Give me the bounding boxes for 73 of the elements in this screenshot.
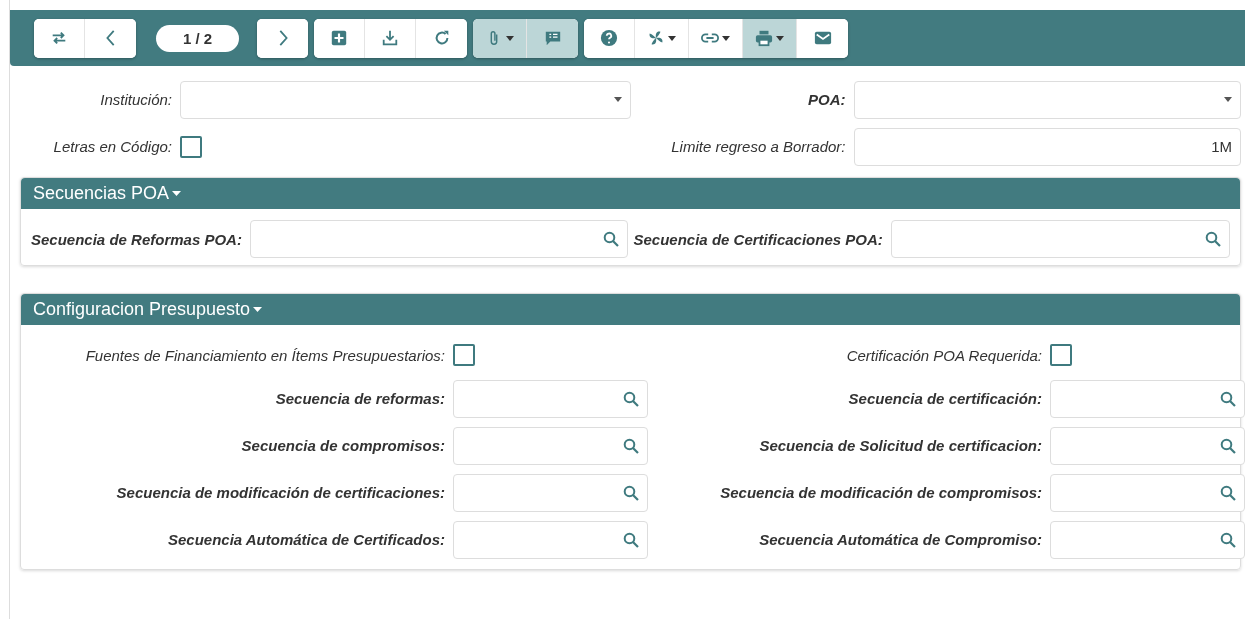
search-field[interactable]	[1050, 520, 1245, 559]
field-label: Secuencia Automática de Certificados:	[166, 531, 445, 548]
search-icon[interactable]	[1220, 437, 1236, 454]
checkbox[interactable]	[1050, 344, 1072, 366]
search-icon[interactable]	[1220, 484, 1236, 501]
caret-icon	[1224, 97, 1232, 102]
field-label: Secuencia de modificación de certificaciones:	[115, 484, 445, 501]
search-field[interactable]	[453, 379, 648, 418]
field-label: Letras en Código:	[52, 138, 172, 155]
toolbar-button[interactable]	[365, 18, 417, 58]
toolbar-button[interactable]	[34, 18, 85, 58]
caret-icon	[172, 191, 182, 196]
toolbar-button[interactable]	[743, 18, 798, 58]
page-indicator: 1 / 2	[156, 24, 240, 52]
search-icon[interactable]	[602, 231, 619, 247]
search-field[interactable]	[453, 473, 648, 512]
field-label: Secuencia de Certificaciones POA:	[633, 230, 883, 248]
help-icon	[600, 29, 619, 47]
field-label: Fuentes de Financiamiento en Ítems Presupuestarios:	[84, 346, 445, 364]
caret-icon	[722, 35, 731, 41]
toolbar-button[interactable]	[314, 18, 366, 58]
printer-icon	[755, 29, 774, 47]
comment-icon	[543, 29, 562, 47]
download-icon	[381, 29, 400, 47]
search-icon[interactable]	[623, 437, 639, 454]
search-icon[interactable]	[623, 531, 639, 548]
search-field[interactable]	[1050, 473, 1245, 512]
field-label: Secuencia de certificación:	[847, 390, 1042, 407]
field-label: Institución:	[99, 91, 172, 108]
envelope-icon	[813, 29, 832, 47]
swap-arrows-icon	[50, 29, 68, 47]
search-field[interactable]	[453, 520, 648, 559]
search-field[interactable]	[249, 220, 628, 258]
field-label: Secuencia de compromisos:	[240, 437, 445, 454]
toolbar-button[interactable]	[473, 18, 528, 58]
section-header[interactable]: Secuencias POA	[21, 178, 1240, 209]
toolbar-button[interactable]	[689, 18, 744, 58]
toolbar-button[interactable]	[584, 18, 636, 58]
search-field[interactable]	[890, 220, 1230, 258]
toolbar-button[interactable]	[527, 18, 579, 58]
toolbar-button[interactable]	[635, 18, 690, 58]
search-field[interactable]	[1050, 426, 1245, 465]
section-header[interactable]: Configuracion Presupuesto	[21, 294, 1240, 325]
toolbar-button[interactable]	[416, 18, 468, 58]
field-label: Secuencia de Solicitud de certificacion:	[758, 437, 1042, 454]
dropdown-field[interactable]	[853, 80, 1241, 119]
field-label: POA:	[807, 91, 846, 108]
field-label: Limite regreso a Borrador:	[670, 138, 846, 155]
search-icon[interactable]	[1220, 531, 1236, 548]
dropdown-field[interactable]	[180, 80, 631, 119]
caret-icon	[613, 97, 622, 102]
field-label: Secuencia de modificación de compromisos:	[719, 484, 1042, 501]
field-label: Secuencia de reformas:	[274, 390, 445, 407]
field-label: Secuencia de Reformas POA:	[31, 230, 242, 248]
search-icon[interactable]	[1205, 231, 1221, 247]
search-icon[interactable]	[623, 484, 639, 501]
toolbar-button[interactable]	[85, 18, 136, 58]
checkbox[interactable]	[453, 344, 475, 366]
caret-icon	[253, 307, 263, 312]
search-field[interactable]	[453, 426, 648, 465]
search-field[interactable]	[1050, 379, 1245, 418]
plus-square-icon	[330, 29, 349, 47]
field-label: Secuencia Automática de Compromiso:	[758, 531, 1042, 548]
toolbar-button[interactable]	[257, 18, 309, 58]
caret-icon	[668, 35, 677, 41]
caret-icon	[776, 35, 785, 41]
checkbox[interactable]	[180, 135, 202, 158]
toolbar-button[interactable]	[797, 18, 849, 58]
field-label: Certificación POA Requerida:	[845, 346, 1042, 364]
caret-icon	[506, 35, 515, 41]
text-field[interactable]: 1M	[853, 127, 1241, 166]
search-icon[interactable]	[1220, 390, 1236, 407]
search-icon[interactable]	[623, 390, 639, 407]
